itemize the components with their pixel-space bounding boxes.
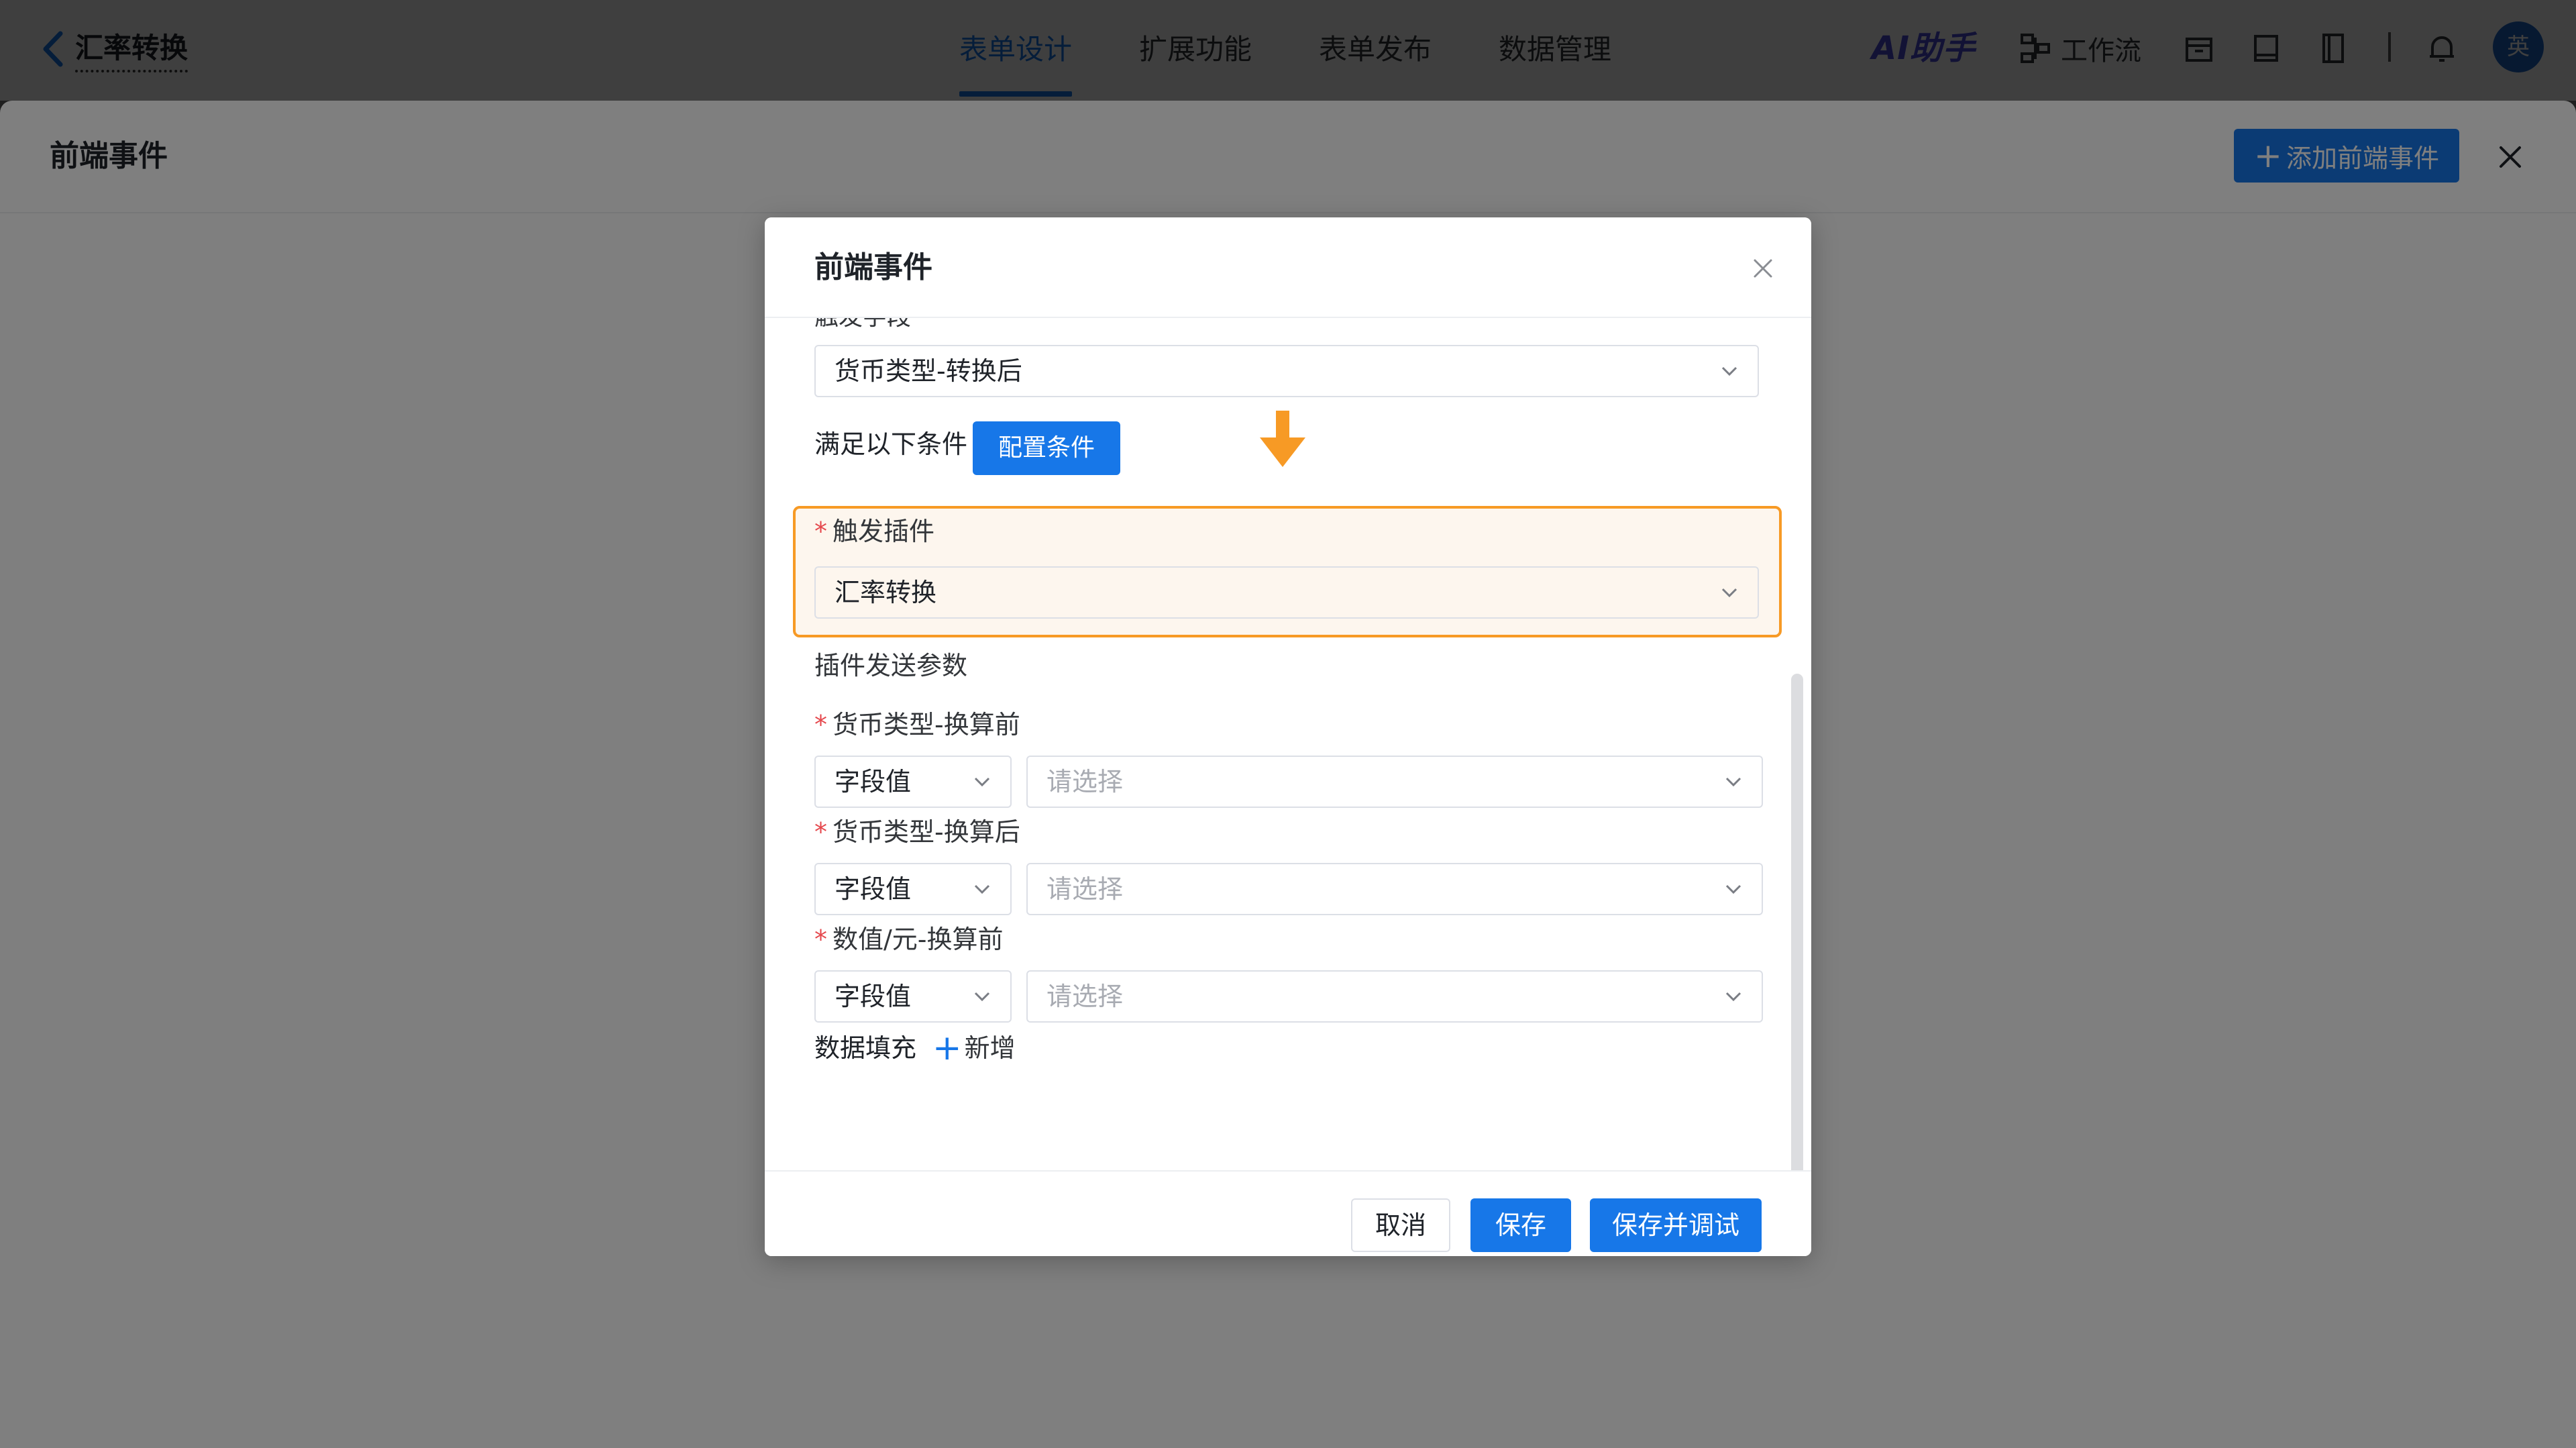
arrow-down-icon [1260,411,1305,467]
param-value-select[interactable]: 请选择 [1026,970,1763,1023]
trigger-field-label: 触发字段 [814,318,911,334]
chevron-down-icon [1725,992,1741,1002]
data-fill-row: 数据填充 + 新增 [814,1029,1016,1067]
param-type-value: 字段值 [835,874,912,904]
add-fill-label: 新增 [964,1033,1016,1063]
param-label-text: 货币类型-换算后 [833,817,1020,847]
trigger-plugin-select[interactable]: 汇率转换 [814,566,1759,619]
trigger-plugin-value: 汇率转换 [835,578,937,607]
param-value-placeholder: 请选择 [1046,767,1124,796]
save-button[interactable]: 保存 [1470,1198,1571,1252]
param-label: * 货币类型-换算前 [814,706,1020,743]
condition-label: 满足以下条件 [814,429,968,459]
param-type-value: 字段值 [835,982,912,1011]
param-label: * 货币类型-换算后 [814,813,1020,851]
config-condition-button[interactable]: 配置条件 [973,421,1120,475]
chevron-down-icon [974,992,990,1002]
param-type-select[interactable]: 字段值 [814,863,1012,915]
modal-title: 前端事件 [814,250,932,285]
param-value-placeholder: 请选择 [1046,982,1124,1011]
cancel-button[interactable]: 取消 [1351,1198,1450,1252]
trigger-field-value: 货币类型-转换后 [835,356,1022,386]
param-label-text: 数值/元-换算前 [833,925,1004,954]
close-icon[interactable] [1750,255,1776,282]
chevron-down-icon [1721,588,1737,598]
required-mark: * [814,817,827,847]
trigger-plugin-label: * 触发插件 [814,513,934,550]
save-and-debug-button[interactable]: 保存并调试 [1590,1198,1762,1252]
chevron-down-icon [1725,777,1741,787]
required-mark: * [814,517,827,546]
param-type-value: 字段值 [835,767,912,796]
param-label-text: 货币类型-换算前 [833,710,1020,739]
plus-icon: + [932,1028,962,1068]
trigger-plugin-label-text: 触发插件 [833,517,935,546]
chevron-down-icon [974,884,990,894]
param-value-placeholder: 请选择 [1046,874,1124,904]
event-modal: 前端事件 触发字段 货币类型-转换后 满足以下条件 配置条件 *触发插件 汇率转… [765,217,1811,1256]
param-type-select[interactable]: 字段值 [814,756,1012,808]
plugin-params-heading: 插件发送参数 [814,651,968,680]
chevron-down-icon [1725,884,1741,894]
required-mark: * [814,925,827,954]
param-type-select[interactable]: 字段值 [814,970,1012,1023]
chevron-down-icon [974,777,990,787]
trigger-field-select[interactable]: 货币类型-转换后 [814,345,1759,397]
param-value-select[interactable]: 请选择 [1026,863,1763,915]
param-value-select[interactable]: 请选择 [1026,756,1763,808]
scrollbar-thumb[interactable] [1791,674,1803,1172]
data-fill-label: 数据填充 [814,1033,917,1063]
chevron-down-icon [1721,366,1737,376]
modal-header: 前端事件 [765,217,1811,318]
param-label: * 数值/元-换算前 [814,921,1004,958]
modal-footer: 取消 保存 保存并调试 [765,1170,1811,1256]
required-mark: * [814,710,827,739]
modal-body[interactable]: 触发字段 货币类型-转换后 满足以下条件 配置条件 *触发插件 汇率转换 插件发… [765,318,1811,1172]
add-fill-button[interactable]: + 新增 [932,1029,1016,1067]
